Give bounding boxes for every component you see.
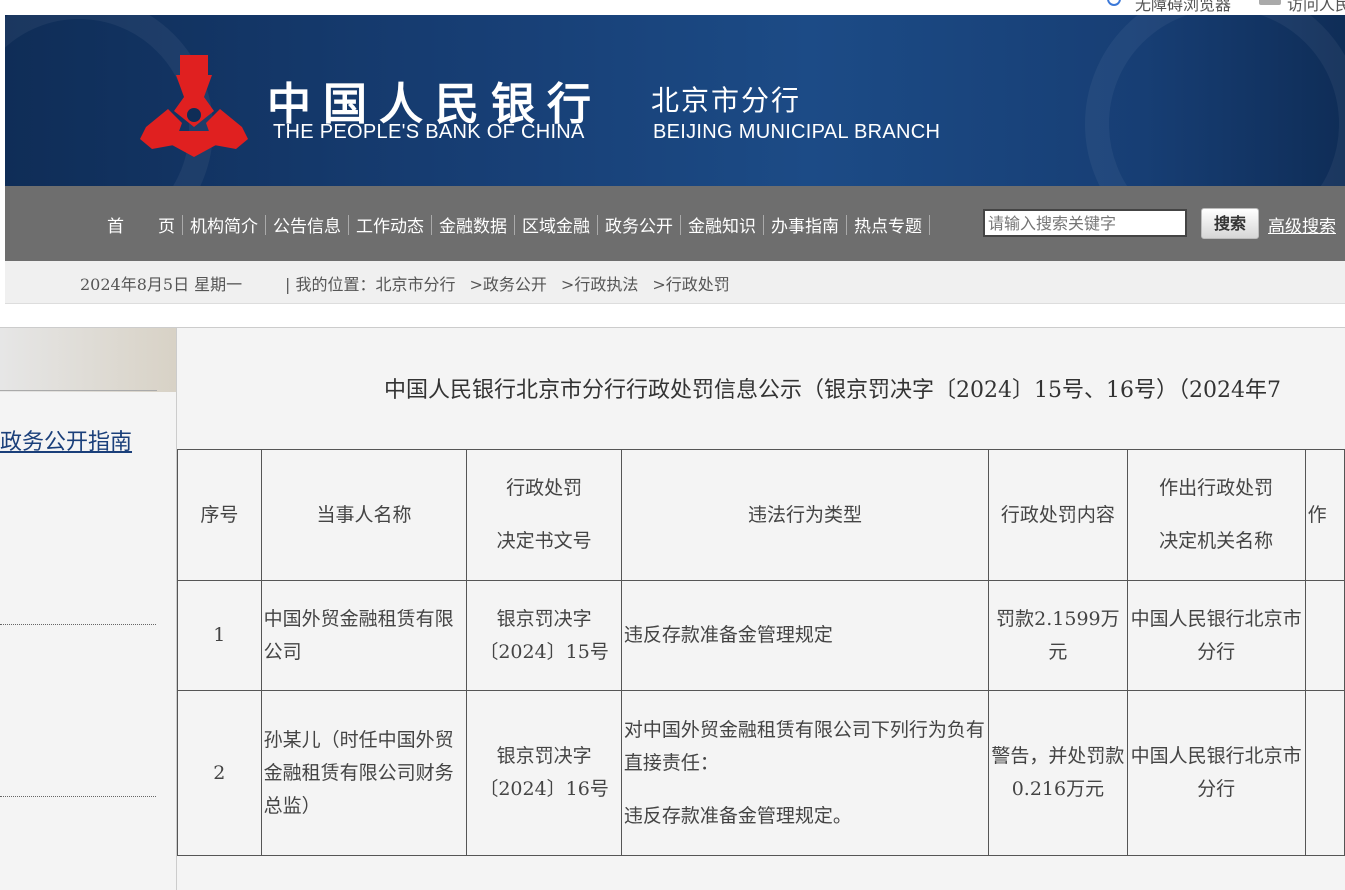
header-party: 当事人名称 bbox=[260, 449, 468, 581]
breadcrumb-item-branch[interactable]: 北京市分行 bbox=[375, 275, 455, 294]
left-sidebar: 政务公开指南 bbox=[0, 327, 177, 890]
row-seq: 1 bbox=[177, 580, 262, 691]
accessibility-browser-link[interactable]: 无障碍浏览器 bbox=[1135, 0, 1231, 15]
pboc-logo-icon[interactable] bbox=[138, 53, 250, 165]
breadcrumb-bar: 2024年8月5日 星期一 | 我的位置：北京市分行 >政务公开 >行政执法 >行政处… bbox=[5, 261, 1345, 304]
breadcrumb-item-government-affairs[interactable]: 政务公开 bbox=[483, 275, 547, 294]
header-date: 作 bbox=[1304, 449, 1345, 581]
bank-name-en: THE PEOPLE'S BANK OF CHINA bbox=[273, 121, 585, 143]
row-doc-no: 银京罚决字〔2024〕16号 bbox=[466, 690, 622, 856]
breadcrumb-separator: > bbox=[652, 275, 666, 294]
row-penalty: 罚款2.1599万元 bbox=[988, 580, 1128, 691]
nav-item-about[interactable]: 机构简介 bbox=[183, 212, 265, 237]
header-authority-line2: 决定机关名称 bbox=[1159, 530, 1274, 552]
header-penalty: 行政处罚内容 bbox=[988, 449, 1128, 581]
row-date bbox=[1304, 580, 1345, 691]
row-violation: 违反存款准备金管理规定 bbox=[620, 580, 990, 691]
keyboard-icon bbox=[1259, 0, 1281, 5]
main-content: 中国人民银行北京市分行行政处罚信息公示（银京罚决字〔2024〕15号、16号）（… bbox=[177, 327, 1345, 890]
search-input[interactable] bbox=[983, 209, 1187, 237]
table-header-row: 序号 当事人名称 行政处罚决定书文号 违法行为类型 行政处罚内容 作出行政处罚决… bbox=[177, 449, 1345, 581]
main-nav: 首 页 机构简介 公告信息 工作动态 金融数据 区域金融 政务公开 金融知识 办… bbox=[5, 186, 1345, 261]
row-violation-line2: 违反存款准备金管理规定。 bbox=[623, 804, 852, 827]
header-violation: 违法行为类型 bbox=[620, 449, 990, 581]
nav-divider bbox=[929, 214, 930, 235]
search-button[interactable]: 搜索 bbox=[1201, 208, 1259, 239]
nav-item-hot-topics[interactable]: 热点专题 bbox=[847, 212, 929, 237]
penalty-table: 序号 当事人名称 行政处罚决定书文号 违法行为类型 行政处罚内容 作出行政处罚决… bbox=[177, 449, 1345, 856]
top-utility-bar: 无障碍浏览器 访问人民 bbox=[0, 0, 1345, 15]
breadcrumb-prefix: | 我的位置： bbox=[285, 275, 376, 294]
header-authority: 作出行政处罚 决定机关名称 bbox=[1126, 449, 1306, 581]
breadcrumb-item-law-enforcement[interactable]: 行政执法 bbox=[574, 275, 638, 294]
branch-name-en: BEIJING MUNICIPAL BRANCH bbox=[653, 121, 941, 143]
row-party: 孙某儿（时任中国外贸金融租赁有限公司财务总监） bbox=[260, 690, 468, 856]
row-party: 中国外贸金融租赁有限公司 bbox=[260, 580, 468, 691]
sidebar-divider bbox=[0, 390, 157, 391]
table-row: 2 孙某儿（时任中国外贸金融租赁有限公司财务总监） 银京罚决字〔2024〕16号… bbox=[177, 690, 1345, 856]
breadcrumb-separator: > bbox=[469, 275, 483, 294]
nav-item-financial-knowledge[interactable]: 金融知识 bbox=[681, 212, 763, 237]
header-doc-no-line1: 行政处罚 bbox=[506, 477, 583, 499]
header-doc-no-line2: 决定书文号 bbox=[496, 530, 592, 552]
row-seq: 2 bbox=[177, 690, 262, 856]
table-row: 1 中国外贸金融租赁有限公司 银京罚决字〔2024〕15号 违反存款准备金管理规… bbox=[177, 580, 1345, 691]
accessibility-icon bbox=[1107, 0, 1121, 6]
row-violation-line1: 对中国外贸金融租赁有限公司下列行为负有直接责任： bbox=[623, 718, 985, 774]
nav-item-government-affairs[interactable]: 政务公开 bbox=[598, 212, 680, 237]
current-date: 2024年8月5日 星期一 bbox=[80, 275, 243, 294]
sidebar-dotted-divider bbox=[0, 624, 156, 625]
sidebar-header bbox=[0, 328, 176, 392]
row-authority: 中国人民银行北京市分行 bbox=[1126, 690, 1306, 856]
sidebar-dotted-divider bbox=[0, 796, 156, 797]
nav-item-notices[interactable]: 公告信息 bbox=[266, 212, 348, 237]
nav-item-financial-data[interactable]: 金融数据 bbox=[432, 212, 514, 237]
nav-item-home[interactable]: 首 页 bbox=[100, 212, 182, 237]
header-seq: 序号 bbox=[177, 449, 262, 581]
nav-item-regional-finance[interactable]: 区域金融 bbox=[515, 212, 597, 237]
advanced-search-link[interactable]: 高级搜索 bbox=[1268, 212, 1336, 237]
page-title: 中国人民银行北京市分行行政处罚信息公示（银京罚决字〔2024〕15号、16号）（… bbox=[384, 378, 1281, 403]
nav-menu: 首 页 机构简介 公告信息 工作动态 金融数据 区域金融 政务公开 金融知识 办… bbox=[100, 212, 930, 237]
header-doc-no: 行政处罚 决定书文号 bbox=[466, 449, 622, 581]
branch-name-cn: 北京市分行 bbox=[651, 84, 802, 117]
row-date bbox=[1304, 690, 1345, 856]
breadcrumb-item-penalties[interactable]: 行政处罚 bbox=[666, 275, 730, 294]
nav-item-work-news[interactable]: 工作动态 bbox=[349, 212, 431, 237]
sidebar-link-guide[interactable]: 政务公开指南 bbox=[0, 424, 132, 456]
breadcrumb: | 我的位置：北京市分行 >政务公开 >行政执法 >行政处罚 bbox=[285, 271, 730, 295]
row-authority: 中国人民银行北京市分行 bbox=[1126, 580, 1306, 691]
visit-link[interactable]: 访问人民 bbox=[1287, 0, 1345, 15]
nav-item-service-guide[interactable]: 办事指南 bbox=[764, 212, 846, 237]
row-penalty: 警告，并处罚款0.216万元 bbox=[988, 690, 1128, 856]
row-doc-no: 银京罚决字〔2024〕15号 bbox=[466, 580, 622, 691]
header-authority-line1: 作出行政处罚 bbox=[1159, 477, 1274, 499]
row-violation: 对中国外贸金融租赁有限公司下列行为负有直接责任： 违反存款准备金管理规定。 bbox=[620, 690, 990, 856]
breadcrumb-separator: > bbox=[560, 275, 575, 294]
header-banner: 中国人民银行 THE PEOPLE'S BANK OF CHINA 北京市分行 … bbox=[5, 15, 1345, 186]
banner-decoration bbox=[1085, 15, 1345, 186]
